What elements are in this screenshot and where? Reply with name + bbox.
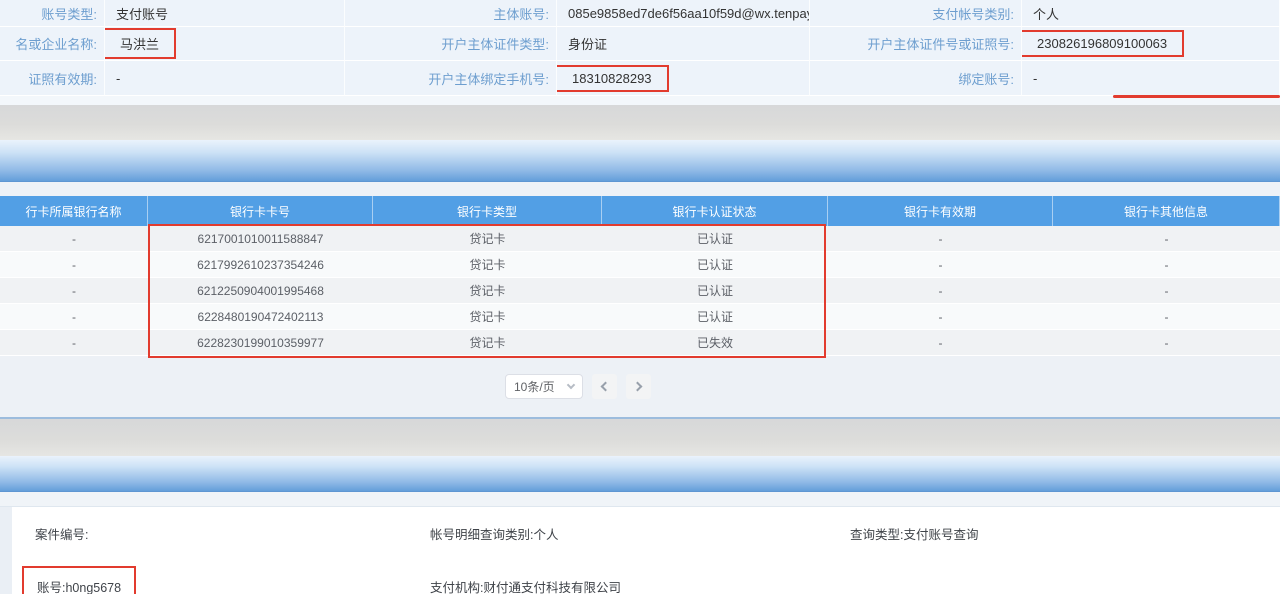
cell-other-info: - [1053,330,1280,355]
field-label-holder-name: 名或企业名称: [0,27,105,61]
account-text: 账号:h0ng5678 [37,577,121,594]
cell-validity: - [828,252,1053,277]
field-label-account-category: 支付帐号类别: [810,0,1022,27]
id-number-text: 230826196809100063 [1037,36,1167,51]
case-number-label: 案件编号: [35,524,430,543]
chevron-right-icon [633,382,643,392]
case-info-panel: 案件编号: 帐号明细查询类别:个人 查询类型:支付账号查询 账号:h0ng567… [0,506,1280,594]
case-info-row-2: 账号:h0ng5678 支付机构:财付通支付科技有限公司 [35,566,1280,594]
col-header-card-type: 银行卡类型 [373,196,602,226]
cell-bank-name: - [0,304,148,329]
col-header-auth-status: 银行卡认证状态 [602,196,828,226]
table-row: - 6228230199010359977 贷记卡 已失效 - - [0,330,1280,356]
bank-table-header-row: 行卡所属银行名称 银行卡卡号 银行卡类型 银行卡认证状态 银行卡有效期 银行卡其… [0,196,1280,226]
highlight-box-partial-edge [1113,95,1280,98]
prev-page-button[interactable] [592,374,617,399]
cell-auth-status: 已认证 [602,252,828,277]
field-value-license-validity: - [105,61,345,96]
cell-bank-name: - [0,252,148,277]
table-row: - 6217001010011588847 贷记卡 已认证 - - [0,226,1280,252]
cell-validity: - [828,226,1053,251]
field-label-bound-account: 绑定账号: [810,61,1022,96]
gray-band [0,105,1280,140]
cell-validity: - [828,278,1053,303]
cell-card-number: 6217992610237354246 [148,252,373,277]
cell-bank-name: - [0,330,148,355]
col-header-validity: 银行卡有效期 [828,196,1053,226]
col-header-other-info: 银行卡其他信息 [1053,196,1280,226]
cell-card-type: 贷记卡 [373,278,602,303]
case-info-row-1: 案件编号: 帐号明细查询类别:个人 查询类型:支付账号查询 [35,524,1280,543]
cell-card-type: 贷记卡 [373,304,602,329]
left-edge-strip [0,507,12,594]
field-value-bound-phone: 18310828293 [557,61,810,96]
blue-gradient-band [0,140,1280,182]
table-row: - 6212250904001995468 贷记卡 已认证 - - [0,278,1280,304]
col-header-card-number: 银行卡卡号 [148,196,373,226]
pagination-controls: 10条/页 [505,374,651,399]
cell-bank-name: - [0,278,148,303]
field-label-bound-phone: 开户主体绑定手机号: [345,61,557,96]
page-size-label: 10条/页 [514,378,555,395]
account-info-table: 账号类型: 支付账号 主体账号: 085e9858ed7de6f56aa10f5… [0,0,1280,96]
account-cell: 账号:h0ng5678 [35,566,430,594]
cell-auth-status: 已认证 [602,304,828,329]
bank-table-body: - 6217001010011588847 贷记卡 已认证 - - - 6217… [0,226,1280,356]
separator-strip [0,182,1280,196]
page-size-select[interactable]: 10条/页 [505,374,583,399]
bound-phone-text: 18310828293 [572,71,652,86]
field-value-bound-account: - [1022,61,1280,96]
chevron-down-icon [567,381,575,389]
cell-validity: - [828,304,1053,329]
cell-card-type: 贷记卡 [373,252,602,277]
field-label-license-validity: 证照有效期: [0,61,105,96]
next-page-button[interactable] [626,374,651,399]
pagination-bar: 10条/页 [0,356,1280,417]
cell-validity: - [828,330,1053,355]
field-label-id-type: 开户主体证件类型: [345,27,557,61]
query-type-text: 查询类型:支付账号查询 [850,524,1280,543]
payment-org-text: 支付机构:财付通支付科技有限公司 [430,577,850,594]
field-value-id-number: 230826196809100063 [1022,27,1280,61]
table-row: - 6228480190472402113 贷记卡 已认证 - - [0,304,1280,330]
highlight-box-holder-name: 马洪兰 [105,28,176,59]
cell-card-type: 贷记卡 [373,226,602,251]
field-label-id-number: 开户主体证件号或证照号: [810,27,1022,61]
query-category-text: 帐号明细查询类别:个人 [430,524,850,543]
cell-auth-status: 已认证 [602,278,828,303]
cell-other-info: - [1053,252,1280,277]
gray-band [0,419,1280,456]
cell-bank-name: - [0,226,148,251]
separator-strip [0,492,1280,506]
field-value-account-type: 支付账号 [105,0,345,27]
table-row: - 6217992610237354246 贷记卡 已认证 - - [0,252,1280,278]
field-label-subject-account: 主体账号: [345,0,557,27]
chevron-left-icon [601,382,611,392]
highlight-box-bound-phone: 18310828293 [557,65,669,92]
cell-auth-status: 已失效 [602,330,828,355]
field-value-holder-name: 马洪兰 [105,27,345,61]
highlight-box-id-number: 230826196809100063 [1022,30,1184,57]
highlight-box-account: 账号:h0ng5678 [22,566,136,594]
cell-auth-status: 已认证 [602,226,828,251]
field-value-account-category: 个人 [1022,0,1280,27]
cell-other-info: - [1053,226,1280,251]
cell-card-number: 6212250904001995468 [148,278,373,303]
field-value-subject-account: 085e9858ed7de6f56aa10f59d@wx.tenpay.c [557,0,810,27]
payment-account-query-page: 账号类型: 支付账号 主体账号: 085e9858ed7de6f56aa10f5… [0,0,1280,594]
field-label-account-type: 账号类型: [0,0,105,27]
holder-name-text: 马洪兰 [120,34,159,53]
col-header-bank-name: 行卡所属银行名称 [0,196,148,226]
cell-other-info: - [1053,278,1280,303]
cell-other-info: - [1053,304,1280,329]
cell-card-number: 6228230199010359977 [148,330,373,355]
field-value-id-type: 身份证 [557,27,810,61]
cell-card-number: 6228480190472402113 [148,304,373,329]
blue-gradient-band [0,456,1280,492]
cell-card-number: 6217001010011588847 [148,226,373,251]
separator-strip [0,96,1280,105]
bank-card-table: 行卡所属银行名称 银行卡卡号 银行卡类型 银行卡认证状态 银行卡有效期 银行卡其… [0,196,1280,356]
cell-card-type: 贷记卡 [373,330,602,355]
